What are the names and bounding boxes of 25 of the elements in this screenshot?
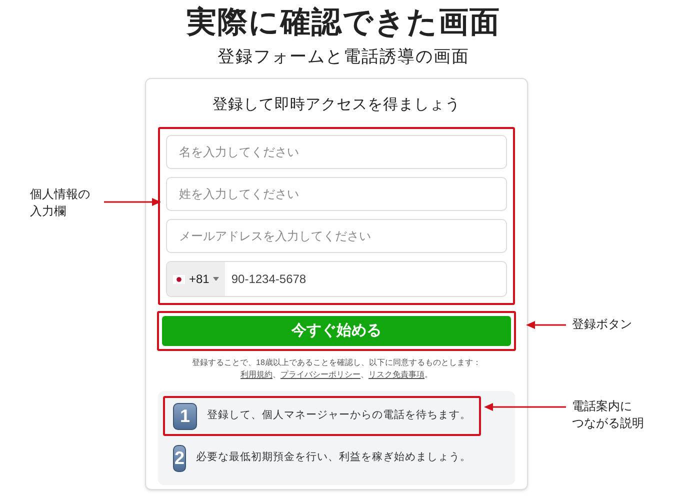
- form-heading: 登録して即時アクセスを得ましょう: [212, 95, 460, 115]
- policy-link[interactable]: 利用規約: [240, 370, 272, 379]
- flag-icon: [173, 274, 185, 284]
- step-number-badge: 2: [173, 444, 186, 472]
- text-input-field[interactable]: メールアドレスを入力してください: [166, 219, 507, 253]
- page-title: 実際に確認できた画面: [186, 4, 500, 41]
- step-number-badge: 1: [173, 402, 197, 430]
- step-text: 必要な最低初期預金を行い、利益を稼ぎ始めましょう。: [196, 450, 471, 466]
- caret-icon: [213, 277, 220, 281]
- disclaimer-text: 登録することで、18歳以上であることを確認し、以下に同意するものとします： 利用規約、プライバシーポリシー、リスク免責事項。: [191, 357, 482, 381]
- step-text: 登録して、個人マネージャーからの電話を待ちます。: [207, 408, 471, 424]
- country-code-selector[interactable]: +81: [167, 262, 226, 296]
- annotation-arrow: [526, 320, 566, 330]
- page-subtitle: 登録フォームと電話誘導の画面: [218, 46, 470, 68]
- phone-number: 90-1234-5678: [230, 271, 308, 288]
- annotation-label: 個人情報の: [30, 186, 90, 203]
- text-input-field[interactable]: 姓を入力してください: [166, 177, 507, 211]
- annotation-label: 登録ボタン: [572, 316, 632, 333]
- policy-link[interactable]: プライバシーポリシー: [280, 370, 360, 379]
- annotation-label: 入力欄: [30, 203, 67, 220]
- text-input-field[interactable]: 名を入力してください: [166, 135, 507, 169]
- policy-link[interactable]: リスク免責事項: [368, 370, 424, 379]
- phone-input-field[interactable]: +81 90-1234-5678: [166, 261, 507, 297]
- annotation-label: つながる説明: [572, 415, 644, 432]
- annotation-label: 電話案内に: [572, 398, 633, 415]
